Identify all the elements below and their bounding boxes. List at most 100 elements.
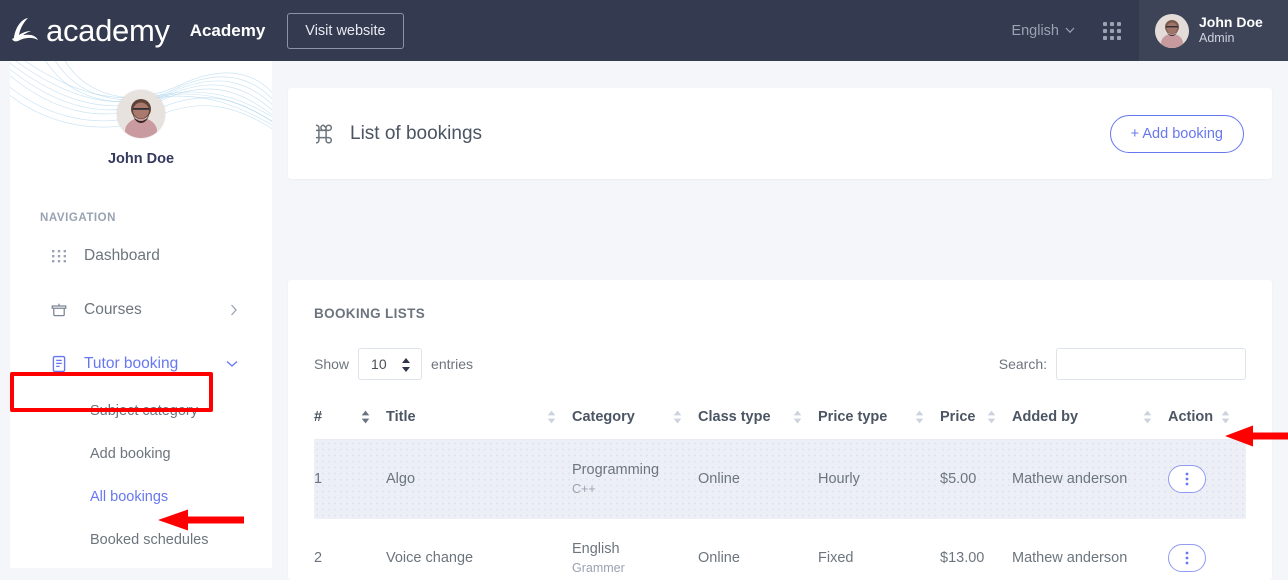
stepper-arrows-icon xyxy=(401,357,411,373)
column-header-class-type[interactable]: Class type xyxy=(698,399,818,440)
main-content: List of bookings + Add booking BOOKING L… xyxy=(272,61,1288,568)
sidebar-item-dashboard[interactable]: Dashboard xyxy=(10,238,272,274)
search-label: Search: xyxy=(999,356,1047,372)
column-header-action[interactable]: Action xyxy=(1168,399,1246,440)
cell-title: Algo xyxy=(386,440,572,519)
cell-title: Voice change xyxy=(386,519,572,580)
entries-per-page-select[interactable]: 10 xyxy=(358,348,422,380)
grid-dots-icon xyxy=(1103,22,1121,40)
table-header-row: # Title Category xyxy=(314,399,1246,440)
sidebar-sublist-tutor-booking: Subject category Add booking All booking… xyxy=(10,396,272,555)
visit-website-button[interactable]: Visit website xyxy=(287,13,403,49)
sidebar: John Doe NAVIGATION Dashboard Courses xyxy=(10,61,272,568)
sidebar-item-label: Dashboard xyxy=(84,247,160,265)
cell-price-type: Fixed xyxy=(818,519,940,580)
cell-class-type: Online xyxy=(698,519,818,580)
sort-arrows-icon xyxy=(547,410,556,424)
cell-number: 1 xyxy=(314,440,386,519)
command-loop-icon xyxy=(316,123,338,145)
column-label: Class type xyxy=(698,409,771,425)
column-label: Price xyxy=(940,409,975,425)
cell-category-main: English xyxy=(572,541,698,557)
cell-category: Programming C++ xyxy=(572,440,698,519)
sidebar-subitem-all-bookings[interactable]: All bookings xyxy=(10,482,272,512)
brand-subtitle: Academy xyxy=(190,21,266,41)
nav-section-heading: NAVIGATION xyxy=(40,212,272,224)
avatar xyxy=(1155,14,1189,48)
sidebar-subitem-label: Add booking xyxy=(90,446,171,462)
sidebar-subitem-label: All bookings xyxy=(90,489,168,505)
header-right-group: English John Doe xyxy=(1011,0,1288,61)
avatar xyxy=(117,90,165,138)
cell-price: $5.00 xyxy=(940,440,1012,519)
sidebar-subitem-subject-category[interactable]: Subject category xyxy=(10,396,272,426)
sidebar-subitem-label: Subject category xyxy=(90,403,198,419)
sidebar-subitem-booked-schedules[interactable]: Booked schedules xyxy=(10,525,272,555)
cell-added-by: Mathew anderson xyxy=(1012,519,1168,580)
add-booking-button[interactable]: + Add booking xyxy=(1110,115,1244,153)
column-header-added-by[interactable]: Added by xyxy=(1012,399,1168,440)
row-action-button[interactable] xyxy=(1168,465,1206,493)
sort-arrows-icon xyxy=(1221,410,1230,424)
cell-action xyxy=(1168,519,1246,580)
user-meta: John Doe Admin xyxy=(1199,14,1263,47)
nav-list: Dashboard Courses Tutor booking xyxy=(10,238,272,555)
section-title: BOOKING LISTS xyxy=(314,306,1246,321)
sort-arrows-icon xyxy=(793,410,802,424)
column-label: Title xyxy=(386,409,416,425)
column-label: Category xyxy=(572,409,635,425)
sidebar-user-name: John Doe xyxy=(10,151,272,167)
column-label: Price type xyxy=(818,409,887,425)
table-controls: Show 10 entries Search: xyxy=(314,347,1246,381)
column-label: Action xyxy=(1168,409,1213,425)
table-search: Search: xyxy=(999,348,1246,380)
apps-grid-button[interactable] xyxy=(1085,22,1139,40)
search-input[interactable] xyxy=(1056,348,1246,380)
booking-list-icon xyxy=(50,355,68,373)
cell-class-type: Online xyxy=(698,440,818,519)
sidebar-subitem-add-booking[interactable]: Add booking xyxy=(10,439,272,469)
sort-arrows-icon xyxy=(1143,410,1152,424)
brand-logo[interactable]: academy xyxy=(8,14,170,48)
table-row[interactable]: 2 Voice change English Grammer Online Fi… xyxy=(314,519,1246,580)
table-row[interactable]: 1 Algo Programming C++ Online Hourly $5.… xyxy=(314,440,1246,519)
chevron-down-icon xyxy=(1065,27,1075,34)
column-header-number[interactable]: # xyxy=(314,399,386,440)
language-selector[interactable]: English xyxy=(1011,23,1085,39)
user-profile-menu[interactable]: John Doe Admin xyxy=(1139,0,1288,61)
academy-swoosh-logo-icon xyxy=(8,14,42,48)
table-body: 1 Algo Programming C++ Online Hourly $5.… xyxy=(314,440,1246,580)
sidebar-item-courses[interactable]: Courses xyxy=(10,292,272,328)
table-header: # Title Category xyxy=(314,399,1246,440)
sidebar-item-label: Courses xyxy=(84,301,142,319)
user-name: John Doe xyxy=(1199,14,1263,32)
column-header-title[interactable]: Title xyxy=(386,399,572,440)
sidebar-profile: John Doe xyxy=(10,61,272,167)
cell-category-main: Programming xyxy=(572,462,698,478)
cell-price-type: Hourly xyxy=(818,440,940,519)
kebab-menu-icon xyxy=(1185,551,1189,565)
user-role: Admin xyxy=(1199,31,1263,47)
column-label: # xyxy=(314,409,322,425)
sidebar-item-label: Tutor booking xyxy=(84,355,178,373)
sort-arrows-icon xyxy=(987,410,996,424)
column-header-price-type[interactable]: Price type xyxy=(818,399,940,440)
column-header-price[interactable]: Price xyxy=(940,399,1012,440)
chevron-down-icon xyxy=(226,360,238,368)
courses-cap-icon xyxy=(50,301,68,319)
show-entries-control: Show 10 entries xyxy=(314,348,473,380)
bookings-table: # Title Category xyxy=(314,399,1246,580)
column-header-category[interactable]: Category xyxy=(572,399,698,440)
cell-category-sub: Grammer xyxy=(572,561,698,575)
cell-category-sub: C++ xyxy=(572,482,698,496)
column-label: Added by xyxy=(1012,409,1078,425)
page-title-text: List of bookings xyxy=(350,123,482,145)
kebab-menu-icon xyxy=(1185,472,1189,486)
sort-arrows-icon xyxy=(361,410,370,424)
sidebar-item-tutor-booking[interactable]: Tutor booking xyxy=(10,346,272,382)
cell-action xyxy=(1168,440,1246,519)
show-label: Show xyxy=(314,356,349,372)
entries-value: 10 xyxy=(371,356,387,372)
language-label: English xyxy=(1011,23,1059,39)
sort-arrows-icon xyxy=(673,410,682,424)
